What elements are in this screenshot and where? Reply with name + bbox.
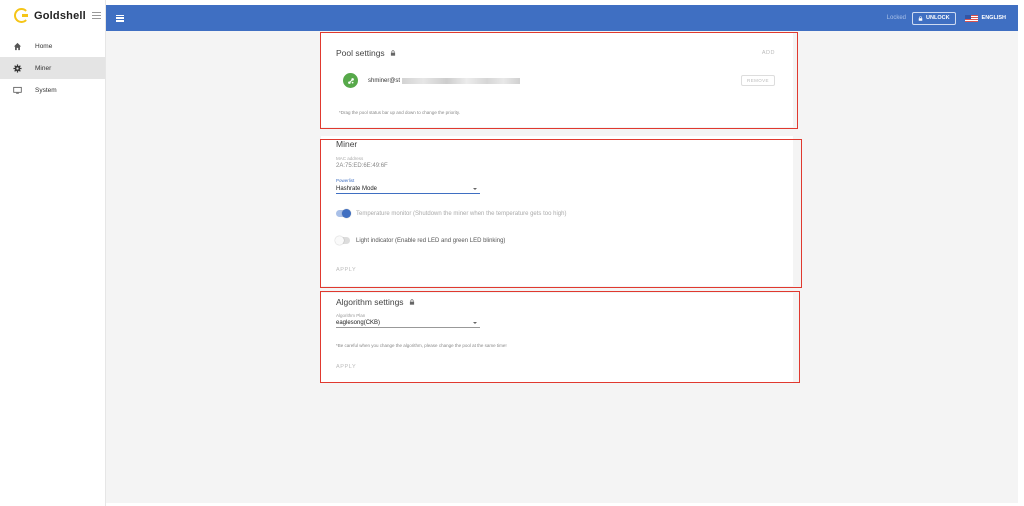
sidebar: Goldshell Home Miner System	[0, 0, 106, 506]
goldshell-logo-icon	[14, 8, 29, 23]
top-app-bar: Locked UNLOCK ENGLISH	[106, 5, 1018, 31]
logo-bar: Goldshell	[0, 0, 105, 31]
home-icon	[12, 41, 22, 51]
sidebar-item-system[interactable]: System	[0, 79, 105, 101]
language-label: ENGLISH	[981, 15, 1006, 21]
sidebar-item-home[interactable]: Home	[0, 35, 105, 57]
lock-icon	[918, 15, 923, 21]
sidebar-item-label: System	[35, 86, 57, 94]
annotation-box-algorithm	[320, 291, 800, 383]
annotation-box-pool	[320, 32, 798, 129]
lock-status: Locked	[886, 15, 907, 21]
monitor-icon	[12, 85, 22, 95]
menu-icon[interactable]	[116, 14, 124, 22]
top-actions: Locked UNLOCK ENGLISH	[886, 11, 1006, 25]
unlock-button[interactable]: UNLOCK	[912, 11, 956, 25]
gear-icon	[12, 63, 22, 73]
brand-name: Goldshell	[34, 9, 86, 22]
main-content: Pool settings ADD shminer@st REMOVE *Dra…	[106, 31, 1018, 503]
sidebar-item-label: Miner	[35, 64, 52, 72]
us-flag-icon	[964, 14, 978, 22]
sidebar-item-label: Home	[35, 42, 53, 50]
annotation-box-miner	[320, 139, 802, 288]
unlock-label: UNLOCK	[926, 15, 950, 21]
sidebar-nav: Home Miner System	[0, 35, 105, 101]
sidebar-item-miner[interactable]: Miner	[0, 57, 105, 79]
language-selector[interactable]: ENGLISH	[964, 14, 1006, 22]
sidebar-collapse-icon[interactable]	[91, 11, 101, 20]
app-root: Goldshell Home Miner System Locked UNLOC…	[0, 0, 1024, 506]
